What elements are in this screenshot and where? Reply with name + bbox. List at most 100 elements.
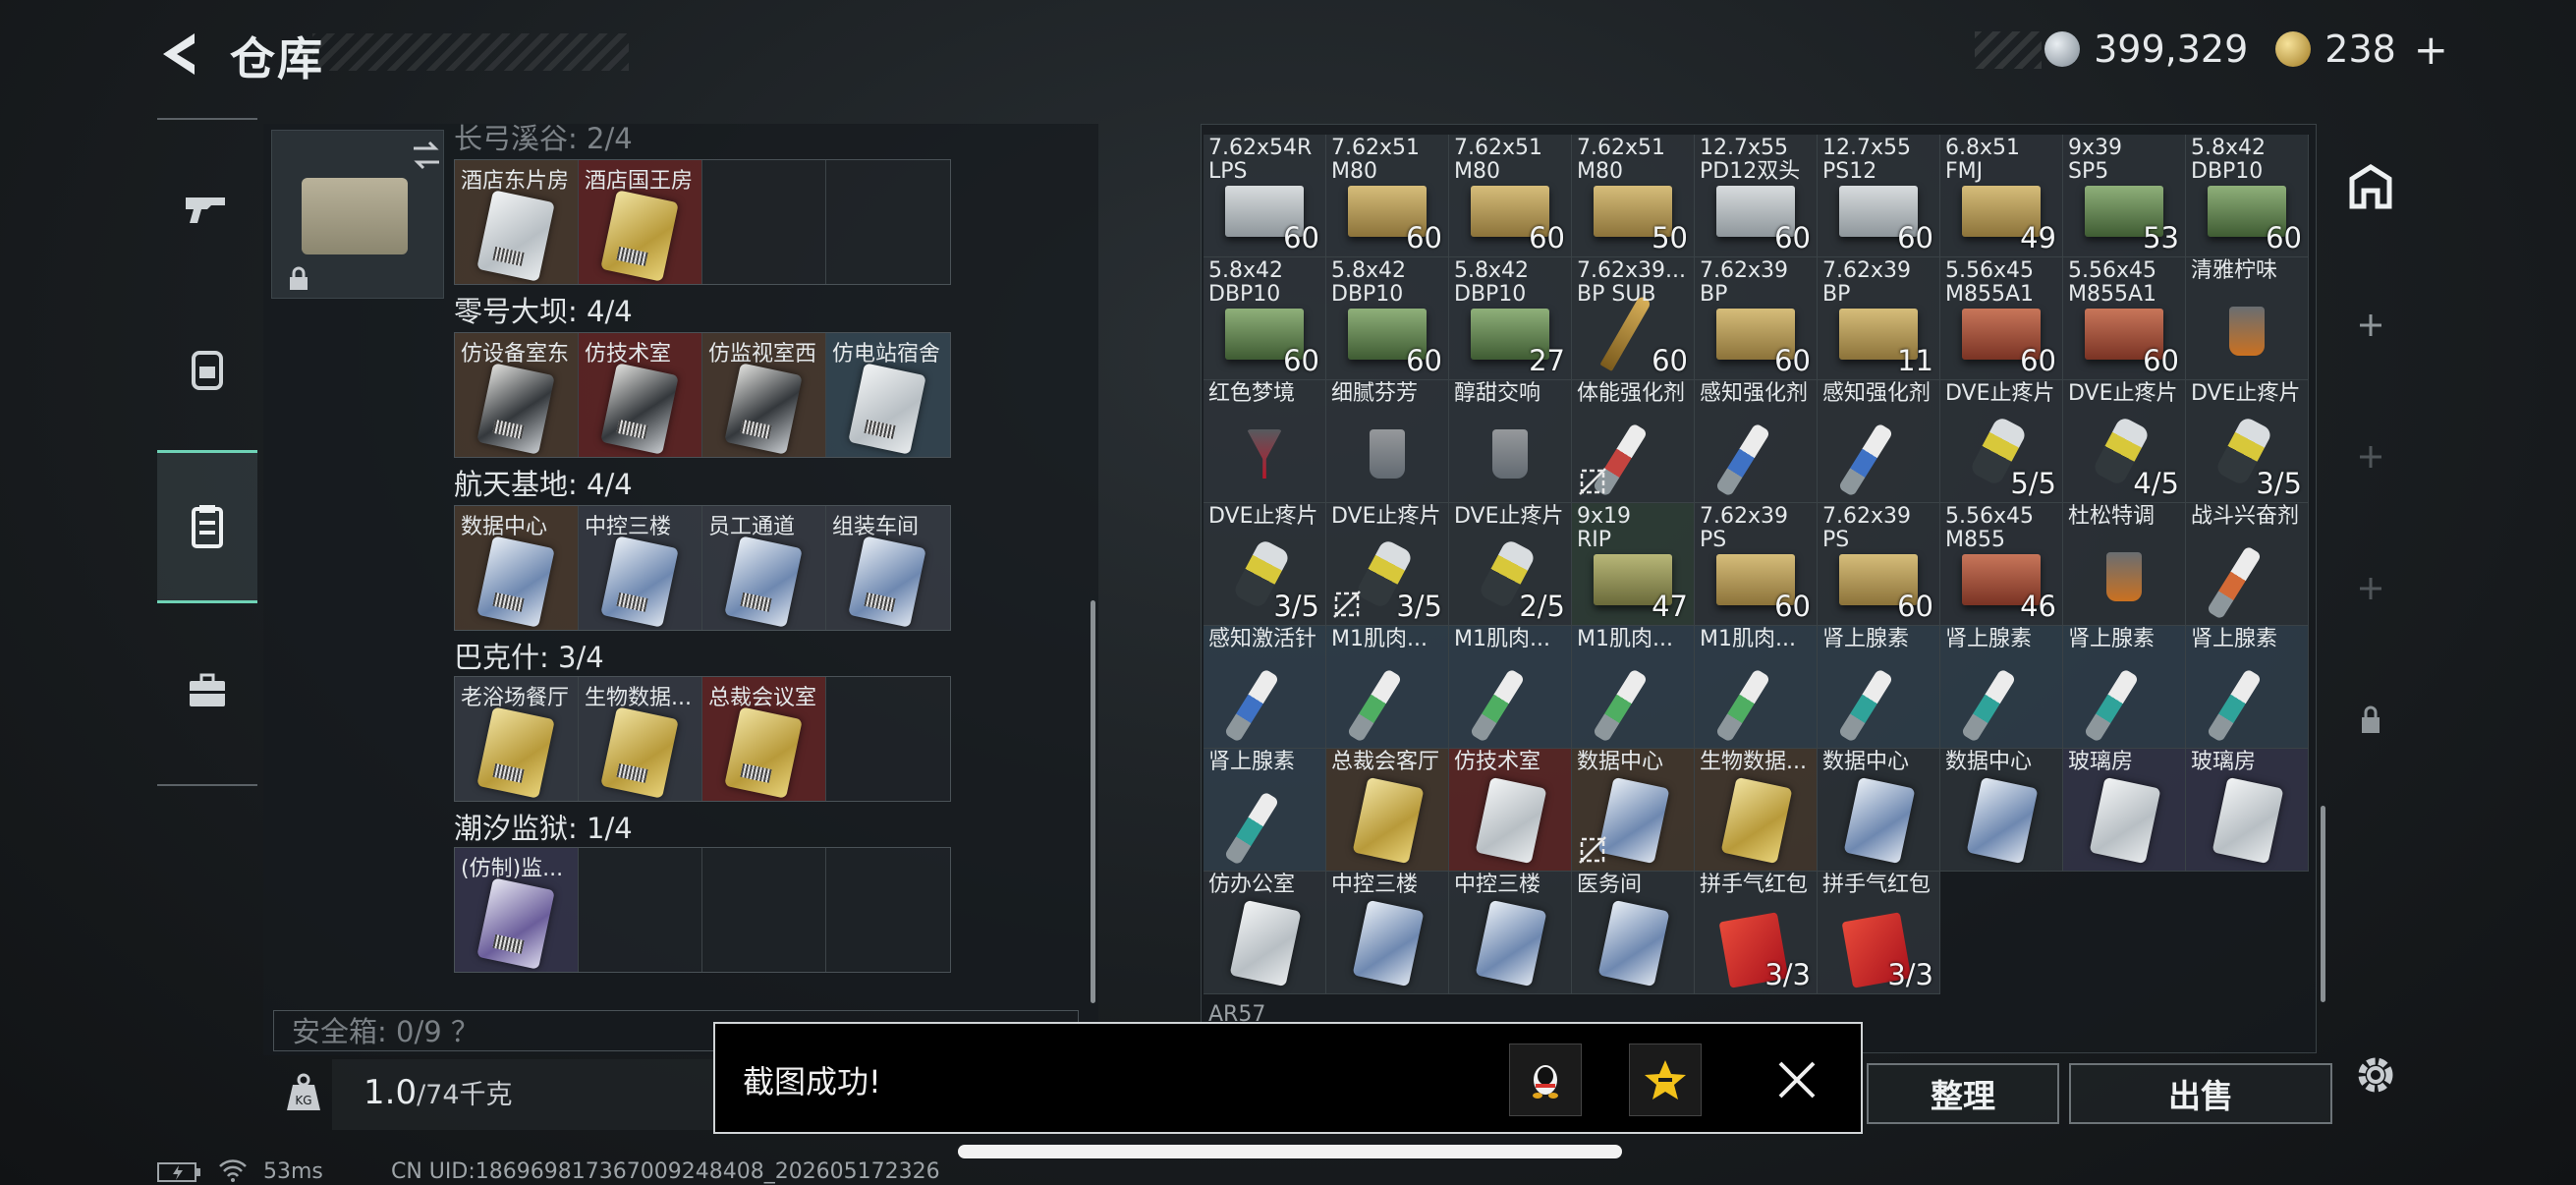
storage-item[interactable]: DVE止疼片 4/5 bbox=[2063, 380, 2186, 503]
storage-item[interactable]: 5.8x42 DBP10 60 bbox=[2186, 135, 2309, 257]
storage-item[interactable]: 5.56x45 M855A1 60 bbox=[2063, 257, 2186, 380]
storage-item[interactable]: 拼手气红包 3/3 bbox=[1818, 872, 1940, 994]
storage-item[interactable]: 7.62x39 BP 11 bbox=[1818, 257, 1940, 380]
share-qq-button[interactable] bbox=[1509, 1044, 1582, 1116]
storage-item[interactable]: 生物数据... bbox=[1695, 749, 1818, 872]
keycard-slot[interactable]: 酒店国王房 bbox=[579, 160, 702, 284]
storage-item[interactable]: 7.62x54R LPS 60 bbox=[1204, 135, 1326, 257]
keycard-slot[interactable]: 仿技术室 bbox=[579, 333, 702, 457]
add-tab-icon[interactable] bbox=[2346, 564, 2395, 613]
storage-item[interactable]: 肾上腺素 bbox=[1204, 749, 1326, 872]
storage-item[interactable]: 玻璃房 bbox=[2186, 749, 2309, 872]
storage-item[interactable]: 感知激活针 bbox=[1204, 626, 1326, 749]
keycard-slot[interactable]: 员工通道 bbox=[702, 506, 826, 630]
back-arrow-icon[interactable] bbox=[155, 29, 204, 79]
storage-item[interactable]: 杜松特调 bbox=[2063, 503, 2186, 626]
add-currency-button[interactable]: + bbox=[2414, 26, 2448, 74]
storage-item[interactable]: 数据中心 bbox=[1940, 749, 2063, 872]
storage-item[interactable]: 9x39 SP5 53 bbox=[2063, 135, 2186, 257]
storage-item[interactable]: 6.8x51 FMJ 49 bbox=[1940, 135, 2063, 257]
storage-item[interactable]: M1肌肉... bbox=[1572, 626, 1695, 749]
storage-item[interactable]: DVE止疼片 2/5 bbox=[1449, 503, 1572, 626]
storage-item[interactable]: 仿办公室 bbox=[1204, 872, 1326, 994]
storage-empty-slot[interactable] bbox=[2186, 872, 2309, 994]
keycard-slot-empty[interactable] bbox=[579, 848, 702, 972]
storage-item[interactable]: 5.8x42 DBP10 60 bbox=[1326, 257, 1449, 380]
close-icon[interactable] bbox=[1774, 1057, 1820, 1102]
storage-item[interactable]: DVE止疼片 5/5 bbox=[1940, 380, 2063, 503]
keycard-slot[interactable]: 生物数据... bbox=[579, 677, 702, 801]
keycard-slot[interactable]: 仿电站宿舍 bbox=[826, 333, 950, 457]
storage-item[interactable]: 医务间 bbox=[1572, 872, 1695, 994]
storage-item[interactable]: 感知强化剂 bbox=[1818, 380, 1940, 503]
storage-item[interactable]: M1肌肉... bbox=[1326, 626, 1449, 749]
storage-item[interactable]: 细腻芬芳 bbox=[1326, 380, 1449, 503]
keycard-slot[interactable]: 仿设备室东 bbox=[455, 333, 579, 457]
storage-item[interactable]: 玻璃房 bbox=[2063, 749, 2186, 872]
nav-armor[interactable] bbox=[157, 295, 257, 442]
storage-item[interactable]: 体能强化剂 bbox=[1572, 380, 1695, 503]
keycard-slot[interactable]: 仿监视室西 bbox=[702, 333, 826, 457]
keycard-slot-empty[interactable] bbox=[702, 160, 826, 284]
organize-button[interactable]: 整理 bbox=[1867, 1063, 2059, 1124]
storage-item[interactable]: 12.7x55 PD12双头 60 bbox=[1695, 135, 1818, 257]
storage-empty-slot[interactable] bbox=[1940, 872, 2063, 994]
storage-item[interactable]: 中控三楼 bbox=[1326, 872, 1449, 994]
keycard-slot[interactable]: (仿制)监... bbox=[455, 848, 579, 972]
keycard-slot[interactable]: 组装车间 bbox=[826, 506, 950, 630]
storage-item[interactable]: 红色梦境 bbox=[1204, 380, 1326, 503]
storage-item[interactable]: DVE止疼片 3/5 bbox=[1204, 503, 1326, 626]
gear-icon[interactable] bbox=[2348, 1047, 2403, 1102]
storage-item[interactable]: 肾上腺素 bbox=[1818, 626, 1940, 749]
storage-item[interactable]: M1肌肉... bbox=[1695, 626, 1818, 749]
lock-icon[interactable] bbox=[2346, 696, 2395, 745]
storage-item[interactable]: 7.62x39 BP 60 bbox=[1695, 257, 1818, 380]
storage-item[interactable]: 7.62x51 M80 50 bbox=[1572, 135, 1695, 257]
storage-item[interactable]: 5.8x42 DBP10 60 bbox=[1204, 257, 1326, 380]
storage-item[interactable]: 醇甜交响 bbox=[1449, 380, 1572, 503]
storage-item[interactable]: 12.7x55 PS12 60 bbox=[1818, 135, 1940, 257]
storage-item[interactable]: DVE止疼片 3/5 bbox=[1326, 503, 1449, 626]
storage-item[interactable]: 清雅柠味 bbox=[2186, 257, 2309, 380]
share-qzone-button[interactable] bbox=[1629, 1044, 1702, 1116]
storage-item[interactable]: 7.62x39 PS 60 bbox=[1818, 503, 1940, 626]
storage-item[interactable]: 7.62x51 M80 60 bbox=[1326, 135, 1449, 257]
keycard-slot-empty[interactable] bbox=[826, 160, 950, 284]
keycard-slot[interactable]: 酒店东片房 bbox=[455, 160, 579, 284]
keycard-slot[interactable]: 数据中心 bbox=[455, 506, 579, 630]
sell-button[interactable]: 出售 bbox=[2069, 1063, 2332, 1124]
storage-item[interactable]: 肾上腺素 bbox=[2186, 626, 2309, 749]
home-indicator[interactable] bbox=[958, 1145, 1622, 1158]
storage-item[interactable]: 总裁会客厅 bbox=[1326, 749, 1449, 872]
keycard-slot[interactable]: 中控三楼 bbox=[579, 506, 702, 630]
storage-item[interactable]: 数据中心 bbox=[1572, 749, 1695, 872]
keycard-slot-empty[interactable] bbox=[826, 677, 950, 801]
storage-item[interactable]: 肾上腺素 bbox=[2063, 626, 2186, 749]
storage-item[interactable]: DVE止疼片 3/5 bbox=[2186, 380, 2309, 503]
storage-item[interactable]: M1肌肉... bbox=[1449, 626, 1572, 749]
storage-scrollbar[interactable] bbox=[2321, 806, 2325, 1002]
nav-storage[interactable] bbox=[157, 450, 257, 603]
storage-item[interactable]: 7.62x39... BP SUB 60 bbox=[1572, 257, 1695, 380]
keycard-slot[interactable]: 总裁会议室 bbox=[702, 677, 826, 801]
storage-item[interactable]: 感知强化剂 bbox=[1695, 380, 1818, 503]
storage-item[interactable]: 5.56x45 M855A1 60 bbox=[1940, 257, 2063, 380]
storage-item[interactable]: 战斗兴奋剂 bbox=[2186, 503, 2309, 626]
nav-toolbox[interactable] bbox=[157, 617, 257, 764]
storage-item[interactable]: 肾上腺素 bbox=[1940, 626, 2063, 749]
storage-item[interactable]: 数据中心 bbox=[1818, 749, 1940, 872]
storage-empty-slot[interactable] bbox=[2063, 872, 2186, 994]
storage-item[interactable]: 5.8x42 DBP10 27 bbox=[1449, 257, 1572, 380]
keycard-slot[interactable]: 老浴场餐厅 bbox=[455, 677, 579, 801]
keycard-slot-empty[interactable] bbox=[826, 848, 950, 972]
nav-weapons[interactable] bbox=[157, 134, 257, 281]
keycard-slot-empty[interactable] bbox=[702, 848, 826, 972]
swap-icon[interactable] bbox=[410, 139, 443, 172]
case-preview[interactable] bbox=[271, 130, 444, 299]
storage-item[interactable]: 拼手气红包 3/3 bbox=[1695, 872, 1818, 994]
storage-item[interactable]: 7.62x39 PS 60 bbox=[1695, 503, 1818, 626]
left-scrollbar[interactable] bbox=[1091, 600, 1095, 1003]
add-tab-icon[interactable] bbox=[2346, 432, 2395, 481]
storage-item[interactable]: 7.62x51 M80 60 bbox=[1449, 135, 1572, 257]
storage-item[interactable]: 中控三楼 bbox=[1449, 872, 1572, 994]
